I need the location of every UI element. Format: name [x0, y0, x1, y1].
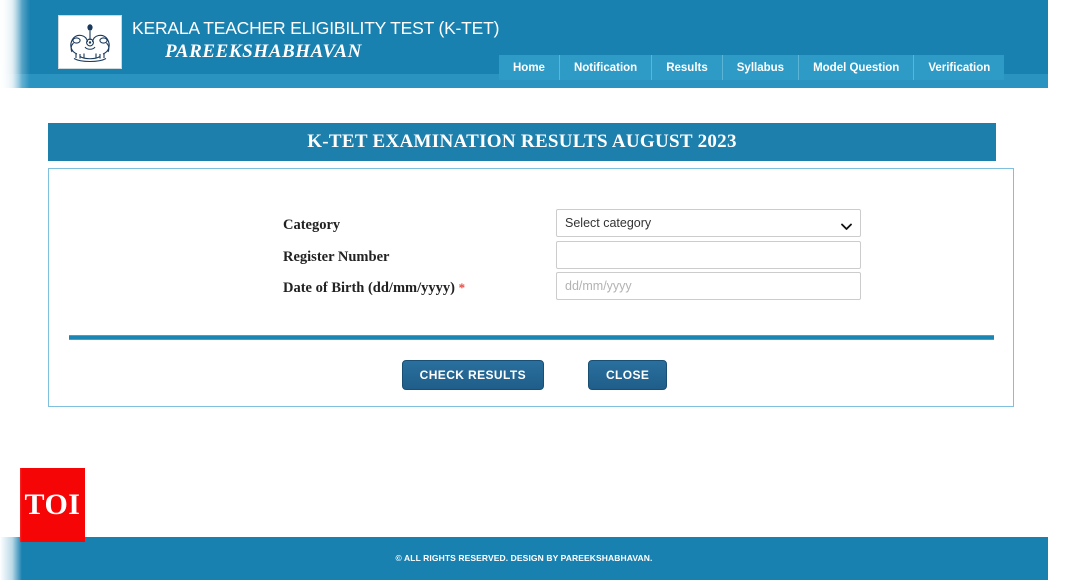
form-row-category: Category Select category — [49, 209, 1013, 244]
nav-item-notification[interactable]: Notification — [560, 55, 653, 80]
kerala-government-emblem-icon — [58, 15, 122, 69]
register-number-field-wrap — [556, 241, 861, 269]
register-number-input[interactable] — [556, 241, 861, 269]
main-navigation: Home Notification Results Syllabus Model… — [499, 55, 1005, 80]
header-titles: KERALA TEACHER ELIGIBILITY TEST (K-TET) … — [132, 17, 512, 65]
site-subtitle: PAREEKSHABHAVAN — [165, 41, 362, 62]
site-title: KERALA TEACHER ELIGIBILITY TEST (K-TET) — [132, 18, 500, 38]
nav-item-home[interactable]: Home — [499, 55, 560, 80]
check-results-button[interactable]: CHECK RESULTS — [401, 360, 544, 390]
category-label: Category — [283, 217, 341, 233]
date-of-birth-field-wrap — [556, 272, 861, 300]
toi-watermark-logo: TOI — [20, 468, 85, 542]
site-footer: © ALL RIGHTS RESERVED. DESIGN BY PAREEKS… — [0, 537, 1048, 580]
page-root: KERALA TEACHER ELIGIBILITY TEST (K-TET) … — [0, 0, 1069, 580]
close-button[interactable]: CLOSE — [587, 360, 668, 390]
nav-item-syllabus[interactable]: Syllabus — [723, 55, 800, 80]
category-select[interactable]: Select category — [556, 209, 861, 237]
date-of-birth-label-text: Date of Birth (dd/mm/yyyy) — [283, 280, 455, 296]
form-divider — [69, 335, 994, 340]
toi-watermark-text: TOI — [24, 488, 81, 521]
form-row-register-number: Register Number — [49, 241, 1013, 276]
form-actions: CHECK RESULTS CLOSE — [0, 360, 1069, 390]
nav-item-verification[interactable]: Verification — [914, 55, 1004, 80]
nav-item-results[interactable]: Results — [652, 55, 723, 80]
register-number-label: Register Number — [283, 249, 390, 265]
footer-copyright: © ALL RIGHTS RESERVED. DESIGN BY PAREEKS… — [395, 553, 653, 563]
nav-item-model-question[interactable]: Model Question — [799, 55, 915, 80]
date-of-birth-label: Date of Birth (dd/mm/yyyy) * — [283, 276, 465, 300]
date-of-birth-input[interactable] — [556, 272, 861, 300]
results-banner: K-TET EXAMINATION RESULTS AUGUST 2023 — [48, 123, 996, 161]
right-edge-fade — [1048, 0, 1069, 580]
page-title: K-TET EXAMINATION RESULTS AUGUST 2023 — [307, 131, 737, 152]
form-row-date-of-birth: Date of Birth (dd/mm/yyyy) * — [49, 272, 1013, 307]
category-field-wrap: Select category — [556, 209, 861, 237]
required-marker: * — [458, 280, 466, 295]
